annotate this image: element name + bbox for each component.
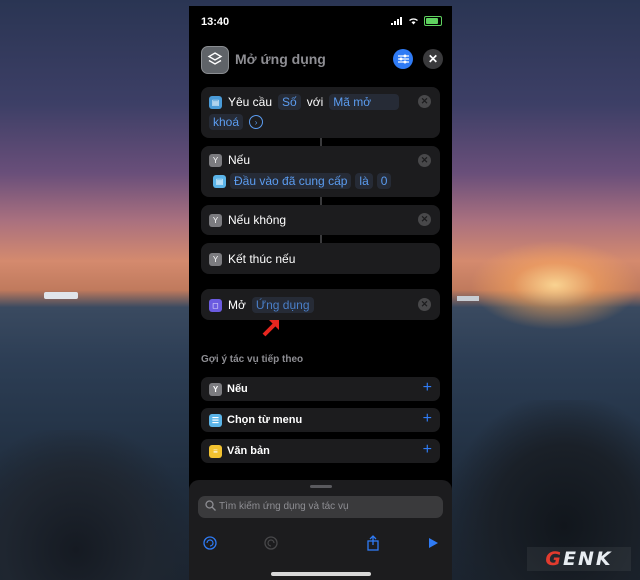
suggestion-item[interactable]: Y Nếu + [201,377,440,401]
sliders-icon [397,54,409,64]
action-connector [320,235,322,243]
condition-chip[interactable]: là [355,173,373,189]
branch-icon: Y [209,153,222,167]
suggestion-label: Văn bản [227,445,270,457]
remove-action-icon[interactable]: ✕ [418,213,431,226]
shortcut-title[interactable]: Mở ứng dụng [235,51,326,67]
branch-icon: Y [209,252,222,266]
redo-icon [264,536,278,550]
action-connector [320,138,322,146]
provided-input-chip[interactable]: Đầu vào đã cung cấp [230,173,352,189]
background-ship [44,292,78,299]
suggestion-item[interactable]: ☰ Chọn từ menu + [201,408,440,432]
prompt-chip-continued[interactable]: khoá [209,114,244,130]
share-button[interactable] [363,533,383,553]
if-label: Nếu [228,153,251,167]
remove-action-icon[interactable]: ✕ [418,298,431,311]
menu-icon: ☰ [209,414,222,427]
battery-icon [424,16,442,26]
status-bar: 13:40 [189,6,452,36]
background-ship-small [457,296,479,301]
action-ask-for-input[interactable]: ▤ Yêu cầu Số với Mã mở khoá › ✕ [201,87,440,138]
status-icons [391,16,442,26]
otherwise-label: Nếu không [228,213,287,227]
home-indicator [271,572,371,576]
branch-icon: Y [209,383,222,396]
close-icon: ✕ [427,52,439,66]
shortcut-header: Mở ứng dụng ✕ [189,44,452,74]
suggestions-title: Gợi ý tác vụ tiếp theo [201,354,304,365]
suggestion-item[interactable]: ≡ Văn bản + [201,439,440,463]
background-sun-glow [470,240,640,330]
play-icon [429,538,438,548]
action-connector [320,197,322,205]
shortcut-app-icon[interactable] [201,46,229,74]
action-end-if[interactable]: Y Kết thúc nếu [201,243,440,274]
ask-label: Yêu cầu [228,95,273,109]
action-otherwise[interactable]: Y Nếu không ✕ [201,205,440,235]
action-if[interactable]: Y Nếu ▤ Đầu vào đã cung cấp là 0 ✕ [201,146,440,197]
remove-action-icon[interactable]: ✕ [418,95,431,108]
watermark-logo: GENK [545,548,613,570]
undo-button[interactable] [200,533,220,553]
run-button[interactable] [423,533,443,553]
expand-icon[interactable]: › [249,115,264,129]
end-if-label: Kết thúc nếu [228,252,296,266]
search-icon [205,500,216,511]
app-picker-chip[interactable]: Ứng dụng [251,297,314,313]
with-label: với [306,95,324,109]
signal-icon [391,17,402,25]
value-chip[interactable]: 0 [376,173,392,189]
branch-icon: Y [209,213,222,227]
add-icon[interactable]: + [423,379,432,397]
share-icon [367,535,379,551]
suggestion-label: Chọn từ menu [227,414,303,426]
ask-input-icon: ▤ [209,95,222,109]
add-icon[interactable]: + [423,441,432,459]
background-rocks-left [0,430,190,580]
wifi-icon [409,18,418,25]
settings-button[interactable] [393,49,413,69]
action-open-app[interactable]: ◻ Mở Ứng dụng ✕ [201,289,440,320]
redo-button[interactable] [261,533,281,553]
open-app-icon: ◻ [209,298,222,312]
prompt-chip[interactable]: Mã mở [329,94,400,110]
undo-icon [203,536,217,550]
open-label: Mở [228,298,246,312]
search-input[interactable]: Tìm kiếm ứng dụng và tác vụ [198,496,443,518]
close-button[interactable]: ✕ [423,49,443,69]
sheet-grabber[interactable] [310,485,332,488]
phone-screen: 13:40 Mở ứng dụng ✕ ▤ Yêu cầu Số với Mã … [189,6,452,580]
genk-watermark: GENK [527,547,631,571]
add-icon[interactable]: + [423,410,432,428]
status-time: 13:40 [201,16,230,28]
action-search-sheet: Tìm kiếm ứng dụng và tác vụ [189,480,452,580]
suggestion-label: Nếu [227,383,248,395]
input-type-chip[interactable]: Số [278,94,301,110]
editor-toolbar [189,530,452,556]
text-icon: ≡ [209,445,222,458]
annotation-arrow-icon [262,320,279,337]
provided-input-icon: ▤ [213,174,226,188]
search-placeholder: Tìm kiếm ứng dụng và tác vụ [219,501,349,512]
remove-action-icon[interactable]: ✕ [418,154,431,167]
